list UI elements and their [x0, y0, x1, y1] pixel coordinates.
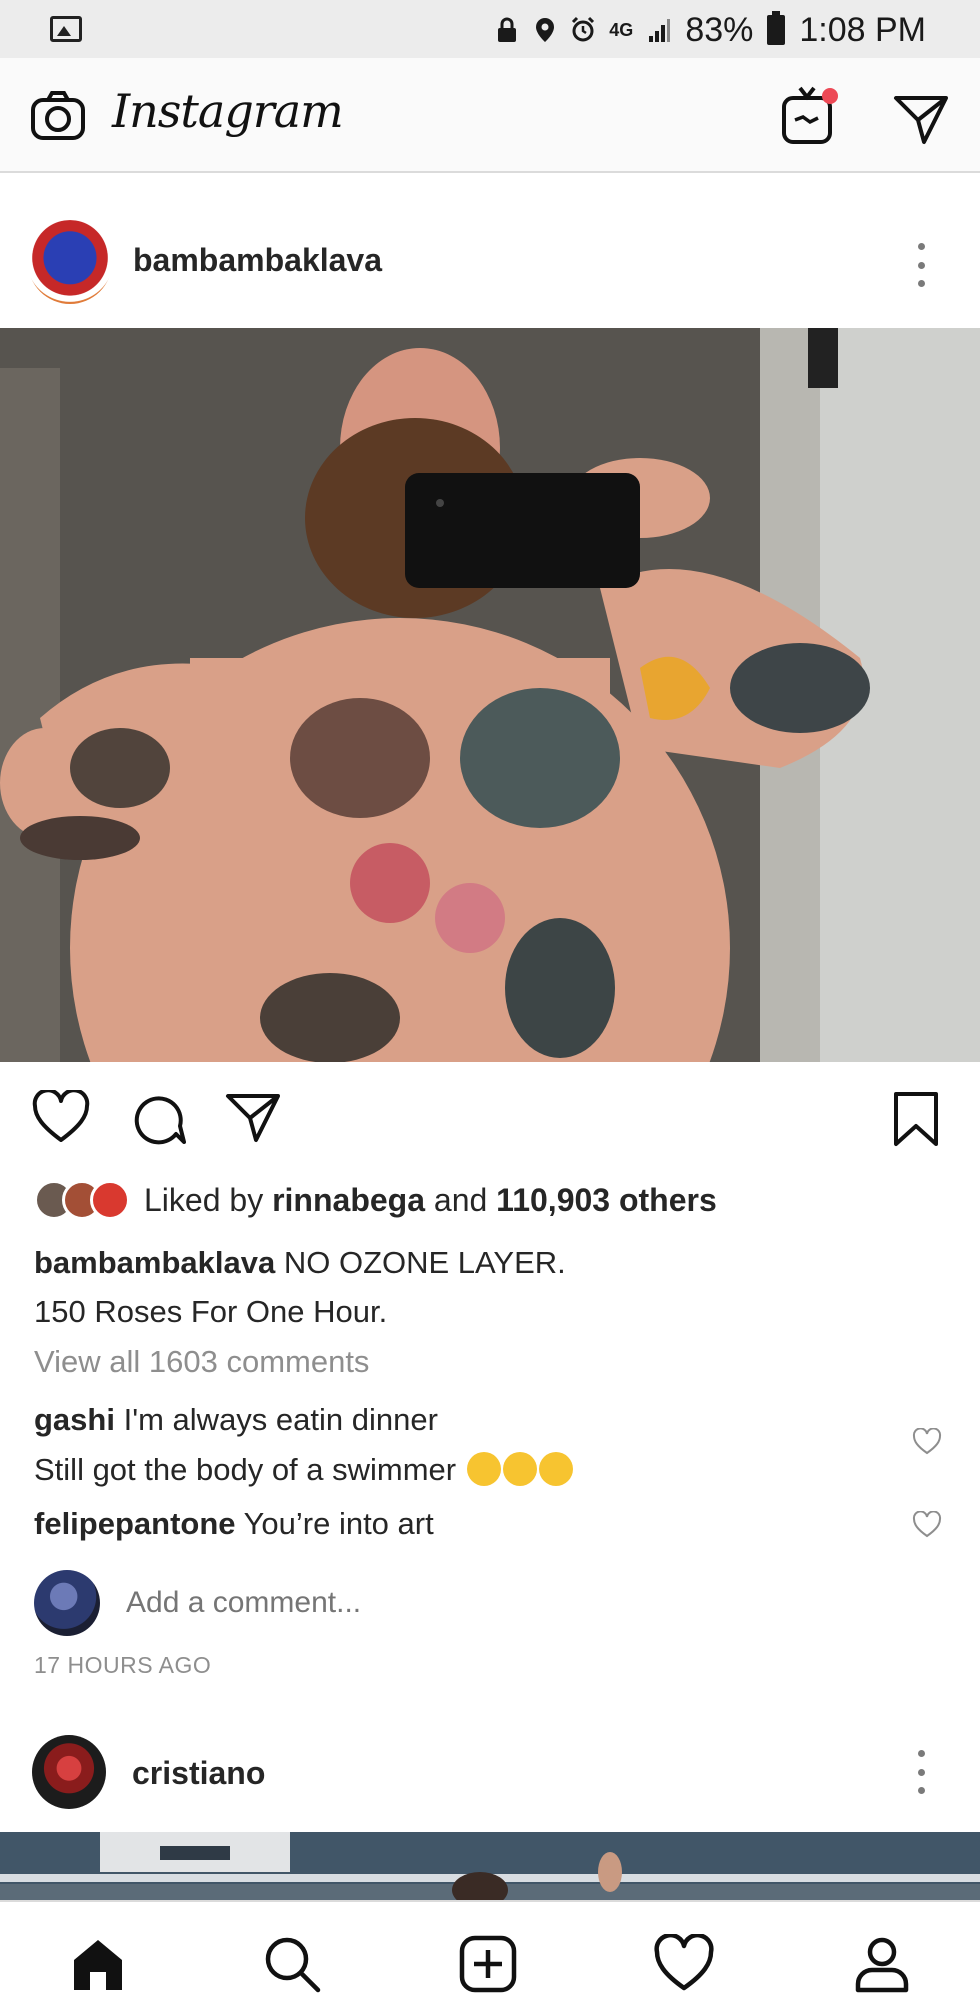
- location-icon: [536, 18, 555, 42]
- activity-heart-icon[interactable]: [654, 1934, 714, 1994]
- comment-text: You’re into art: [235, 1506, 434, 1541]
- camera-icon[interactable]: [30, 90, 86, 142]
- comment-like-icon[interactable]: [912, 1428, 942, 1456]
- comment-username[interactable]: felipepantone: [34, 1506, 236, 1541]
- stadium-photo: [0, 1832, 980, 1900]
- comment-username[interactable]: gashi: [34, 1402, 115, 1437]
- gallery-notification-icon: [50, 16, 82, 42]
- likes-row[interactable]: Liked by rinnabega and 110,903 others: [34, 1178, 717, 1222]
- crying-emoji: [466, 1452, 501, 1486]
- signal-icon: [649, 19, 671, 42]
- battery-icon: [767, 11, 786, 45]
- status-bar: 4G 83% 1:08 PM: [0, 0, 980, 58]
- avatar[interactable]: [32, 1735, 106, 1809]
- bookmark-icon[interactable]: [892, 1090, 940, 1148]
- post-timestamp: 17 HOURS AGO: [34, 1652, 212, 1678]
- comment-item: felipepantone You’re into art: [34, 1499, 434, 1549]
- comment-icon[interactable]: [130, 1090, 186, 1146]
- post-caption: bambambaklava NO OZONE LAYER. 150 Roses …: [34, 1238, 954, 1336]
- like-heart-icon[interactable]: [32, 1090, 90, 1144]
- share-icon[interactable]: [224, 1090, 282, 1144]
- more-options-icon[interactable]: [914, 1750, 928, 1794]
- new-post-icon[interactable]: [458, 1934, 518, 1994]
- profile-icon[interactable]: [852, 1934, 912, 1994]
- likes-mid: and: [425, 1181, 497, 1218]
- search-icon[interactable]: [262, 1934, 322, 1994]
- lock-icon: [498, 17, 517, 42]
- post-action-bar: [0, 1062, 980, 1182]
- post-header: bambambaklava: [0, 175, 980, 325]
- clock: 1:08 PM: [799, 10, 926, 49]
- direct-message-icon[interactable]: [892, 92, 950, 146]
- caption-text-line2: 150 Roses For One Hour.: [34, 1294, 388, 1329]
- network-type: 4G: [609, 20, 634, 40]
- caption-username[interactable]: bambambaklava: [34, 1245, 275, 1280]
- post-photo[interactable]: [0, 328, 980, 1062]
- battery-percent: 83%: [685, 10, 754, 49]
- avatar[interactable]: [28, 220, 112, 304]
- more-options-icon[interactable]: [914, 243, 928, 287]
- post-username[interactable]: cristiano: [132, 1755, 265, 1792]
- view-all-comments-link[interactable]: View all 1603 comments: [34, 1344, 369, 1380]
- likes-count[interactable]: 110,903 others: [496, 1182, 717, 1218]
- app-title: Instagram: [112, 84, 344, 138]
- post-username[interactable]: bambambaklava: [133, 242, 382, 279]
- laughing-emoji: [538, 1452, 573, 1486]
- current-user-avatar: [34, 1570, 100, 1636]
- alarm-icon: [572, 16, 595, 42]
- liker-avatar: [90, 1180, 130, 1220]
- app-header: Instagram: [0, 58, 980, 173]
- rofl-emoji: [502, 1452, 537, 1486]
- caption-text: NO OZONE LAYER.: [275, 1245, 566, 1280]
- add-comment-input[interactable]: [126, 1586, 626, 1620]
- status-icons: 4G 83% 1:08 PM: [495, 10, 926, 50]
- comment-like-icon[interactable]: [912, 1511, 942, 1539]
- post-photo[interactable]: [0, 1832, 980, 1900]
- comment-text: I'm always eatin dinner: [114, 1402, 438, 1437]
- likes-summary[interactable]: Liked by rinnabega and 110,903 others: [144, 1182, 717, 1219]
- comment-item: gashi I'm always eatin dinner Still got …: [34, 1395, 573, 1495]
- likes-prefix: Liked by: [144, 1181, 273, 1218]
- add-comment-row: [34, 1568, 626, 1638]
- igtv-icon[interactable]: [780, 84, 840, 146]
- selfie-photo: [0, 328, 980, 1062]
- post-header: cristiano: [0, 1722, 980, 1832]
- home-icon[interactable]: [68, 1934, 128, 1994]
- comment-text-line2: Still got the body of a swimmer: [34, 1452, 457, 1487]
- bottom-navigation: [0, 1900, 980, 2015]
- likes-user[interactable]: rinnabega: [272, 1182, 425, 1218]
